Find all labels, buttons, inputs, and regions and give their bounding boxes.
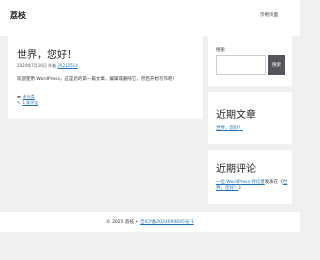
comment-end: 》 [238, 186, 244, 191]
comment-connector: 发表在《 [264, 180, 283, 185]
search-button[interactable]: 搜索 [268, 55, 285, 75]
copyright-text: © 2025 荔枝 • [106, 220, 139, 225]
site-footer: © 2025 荔枝 • 吉ICP备2024099695号-1 [0, 212, 300, 232]
recent-comment-item: 一位 WordPress 评论者发表在《世界，您好！》 [216, 180, 288, 192]
post-date[interactable]: 2024年7月16日 [17, 63, 47, 68]
site-title[interactable]: 荔枝 [10, 10, 26, 21]
recent-posts-list: 世界，您好！ [216, 125, 243, 131]
recent-post-link[interactable]: 世界，您好！ [216, 126, 243, 131]
comment-author-link[interactable]: 一位 WordPress 评论者 [216, 180, 265, 185]
post-title[interactable]: 世界，您好！ [17, 46, 77, 61]
post-meta: 2024年7月16日 作者 20212514 [17, 63, 78, 69]
comment-icon: ✎ [17, 100, 21, 105]
recent-posts-title: 近期文章 [216, 110, 256, 121]
post-by-label: 作者 [48, 63, 57, 68]
recent-posts-widget: 近期文章 世界，您好！ [208, 92, 292, 144]
recent-comments-widget: 近期评论 一位 WordPress 评论者发表在《世界，您好！》 [208, 150, 292, 204]
nav-link-sample-page[interactable]: 示例页面 [260, 12, 278, 18]
comments-link[interactable]: 1 条评论 [22, 100, 38, 106]
post-body: 欢迎使用 WordPress。这是您的第一篇文章。编辑或删除它，然后开始写作吧！ [17, 77, 177, 82]
post-footer: ▬ 未分类 ✎ 1 条评论 [17, 94, 38, 106]
search-label: 搜索 [216, 48, 225, 53]
post-author-link[interactable]: 20212514 [57, 63, 77, 68]
icp-link[interactable]: 吉ICP备2024099695号-1 [140, 219, 194, 225]
search-input[interactable] [216, 55, 266, 75]
post-card: 世界，您好！ 2024年7月16日 作者 20212514 欢迎使用 WordP… [8, 36, 203, 119]
search-widget: 搜索 搜索 [208, 36, 292, 86]
site-header: 荔枝 示例页面 [0, 0, 300, 36]
recent-comments-title: 近期评论 [216, 164, 256, 175]
